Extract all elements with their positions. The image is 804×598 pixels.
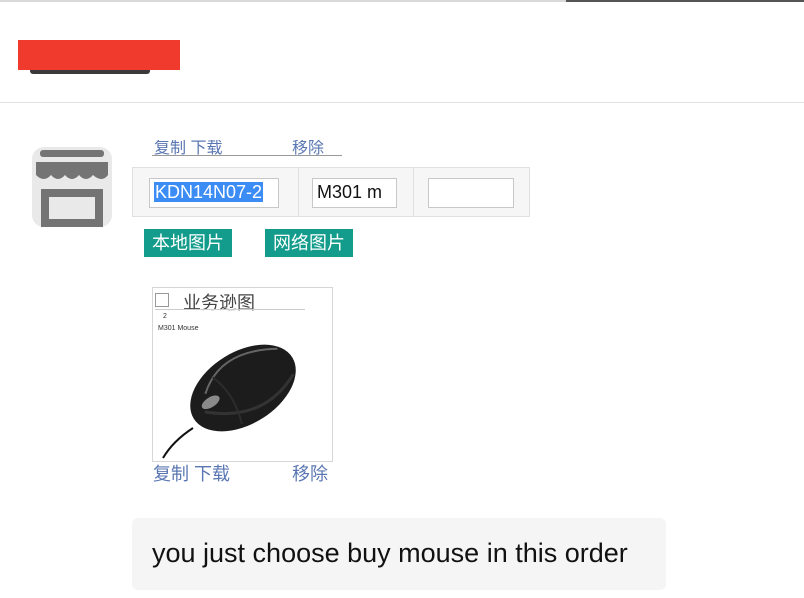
caption-number: 2 xyxy=(163,313,167,320)
sku-code-input[interactable]: KDN14N07-2 xyxy=(149,178,279,208)
header xyxy=(0,2,804,103)
cell-divider xyxy=(298,168,299,216)
sku-extra-input[interactable] xyxy=(428,178,514,208)
copy-download-link[interactable]: 复制 下载 xyxy=(153,460,230,486)
store-icon xyxy=(36,150,108,227)
caption-text: M301 Mouse xyxy=(158,325,199,332)
remove-link-cut[interactable]: 移除 xyxy=(292,140,324,155)
local-image-button[interactable]: 本地图片 xyxy=(144,229,232,257)
web-image-button[interactable]: 网络图片 xyxy=(265,229,353,257)
mouse-photo[interactable] xyxy=(153,333,333,462)
message-text: you just choose buy mouse in this order xyxy=(152,538,628,568)
sku-row: KDN14N07-2 M301 m xyxy=(132,167,530,217)
message-bubble: you just choose buy mouse in this order xyxy=(132,518,666,590)
image-card: 业务逊图 2 M301 Mouse xyxy=(152,287,333,462)
redacted-title xyxy=(18,40,180,70)
sku-name-input[interactable]: M301 m xyxy=(312,178,397,208)
checkbox[interactable] xyxy=(155,293,169,307)
remove-link[interactable]: 移除 xyxy=(292,460,328,486)
cell-divider xyxy=(413,168,414,216)
avatar xyxy=(32,147,112,227)
selected-text: KDN14N07-2 xyxy=(154,182,264,202)
copy-download-link-cut[interactable]: 复制 下载 xyxy=(154,140,222,155)
card-divider xyxy=(155,309,305,310)
cut-off-links: 复制 下载 移除 xyxy=(152,140,342,156)
checkbox-label: 业务逊图 xyxy=(183,293,255,313)
